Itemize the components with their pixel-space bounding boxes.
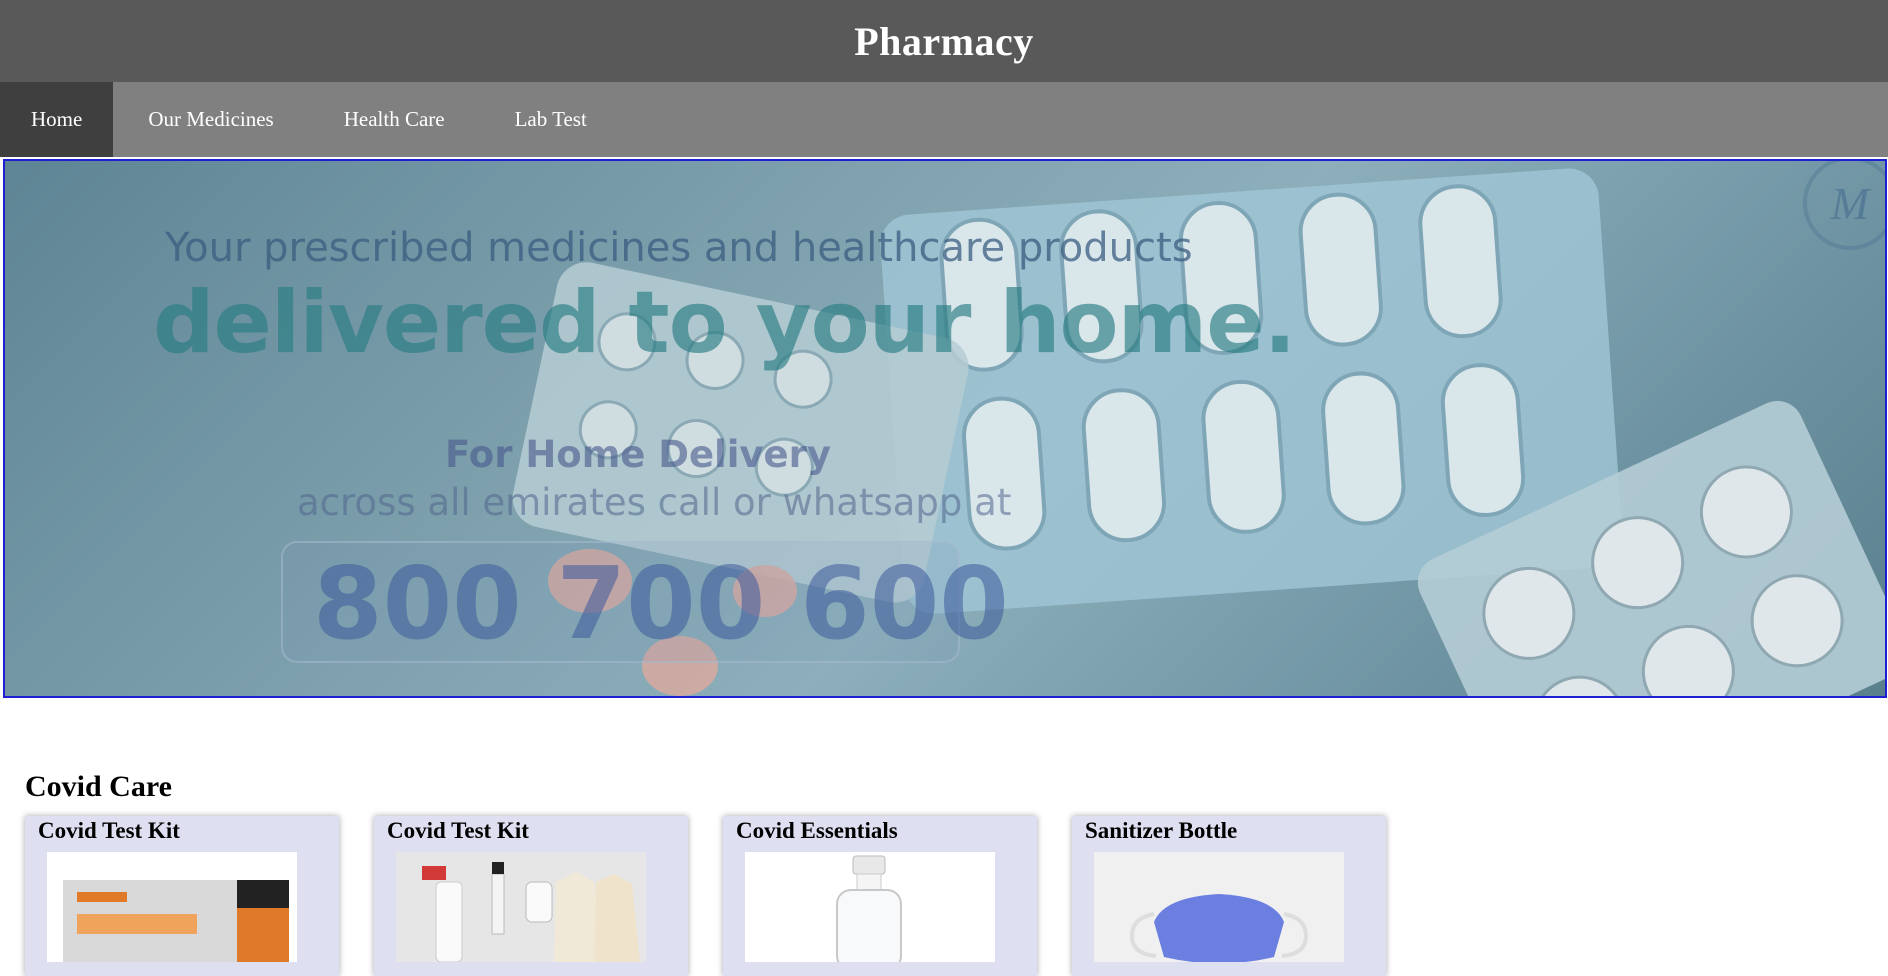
section-title: Covid Care (25, 770, 172, 803)
banner-line-3: For Home Delivery (445, 433, 831, 476)
banner-line-1: Your prescribed medicines and healthcare… (165, 225, 1193, 271)
product-card[interactable]: Covid Test Kit (25, 816, 339, 976)
svg-text:M: M (1830, 178, 1872, 229)
product-title: Covid Essentials (736, 818, 898, 843)
product-title: Covid Test Kit (38, 818, 180, 843)
nav-our-medicines[interactable]: Our Medicines (113, 82, 308, 157)
nav-home[interactable]: Home (0, 82, 114, 157)
product-card[interactable]: Covid Test Kit (374, 816, 688, 976)
product-image (47, 852, 297, 962)
product-card[interactable]: Sanitizer Bottle (1072, 816, 1386, 976)
banner-line-4: across all emirates call or whatsapp at (297, 481, 1012, 524)
product-title: Covid Test Kit (387, 818, 529, 843)
nav-lab-test[interactable]: Lab Test (480, 82, 622, 157)
product-image (1094, 852, 1344, 962)
hero-banner[interactable]: M Your prescribed medicines and healthca… (3, 159, 1887, 698)
product-title: Sanitizer Bottle (1085, 818, 1238, 843)
banner-phone-number: 800 700 600 (313, 545, 1009, 662)
product-image (396, 852, 646, 962)
site-header: Pharmacy (0, 0, 1888, 82)
covid-care-section: Covid Care Covid Test Kit Covid Test Kit (0, 770, 1888, 976)
site-title: Pharmacy (854, 18, 1034, 64)
product-card[interactable]: Covid Essentials (723, 816, 1037, 976)
nav-health-care[interactable]: Health Care (309, 82, 480, 157)
product-card-list: Covid Test Kit Covid Test Kit Covid Esse… (25, 816, 1888, 976)
product-image (745, 852, 995, 962)
banner-line-2: delivered to your home. (153, 273, 1296, 373)
main-nav: Home Our Medicines Health Care Lab Test (0, 82, 1888, 157)
